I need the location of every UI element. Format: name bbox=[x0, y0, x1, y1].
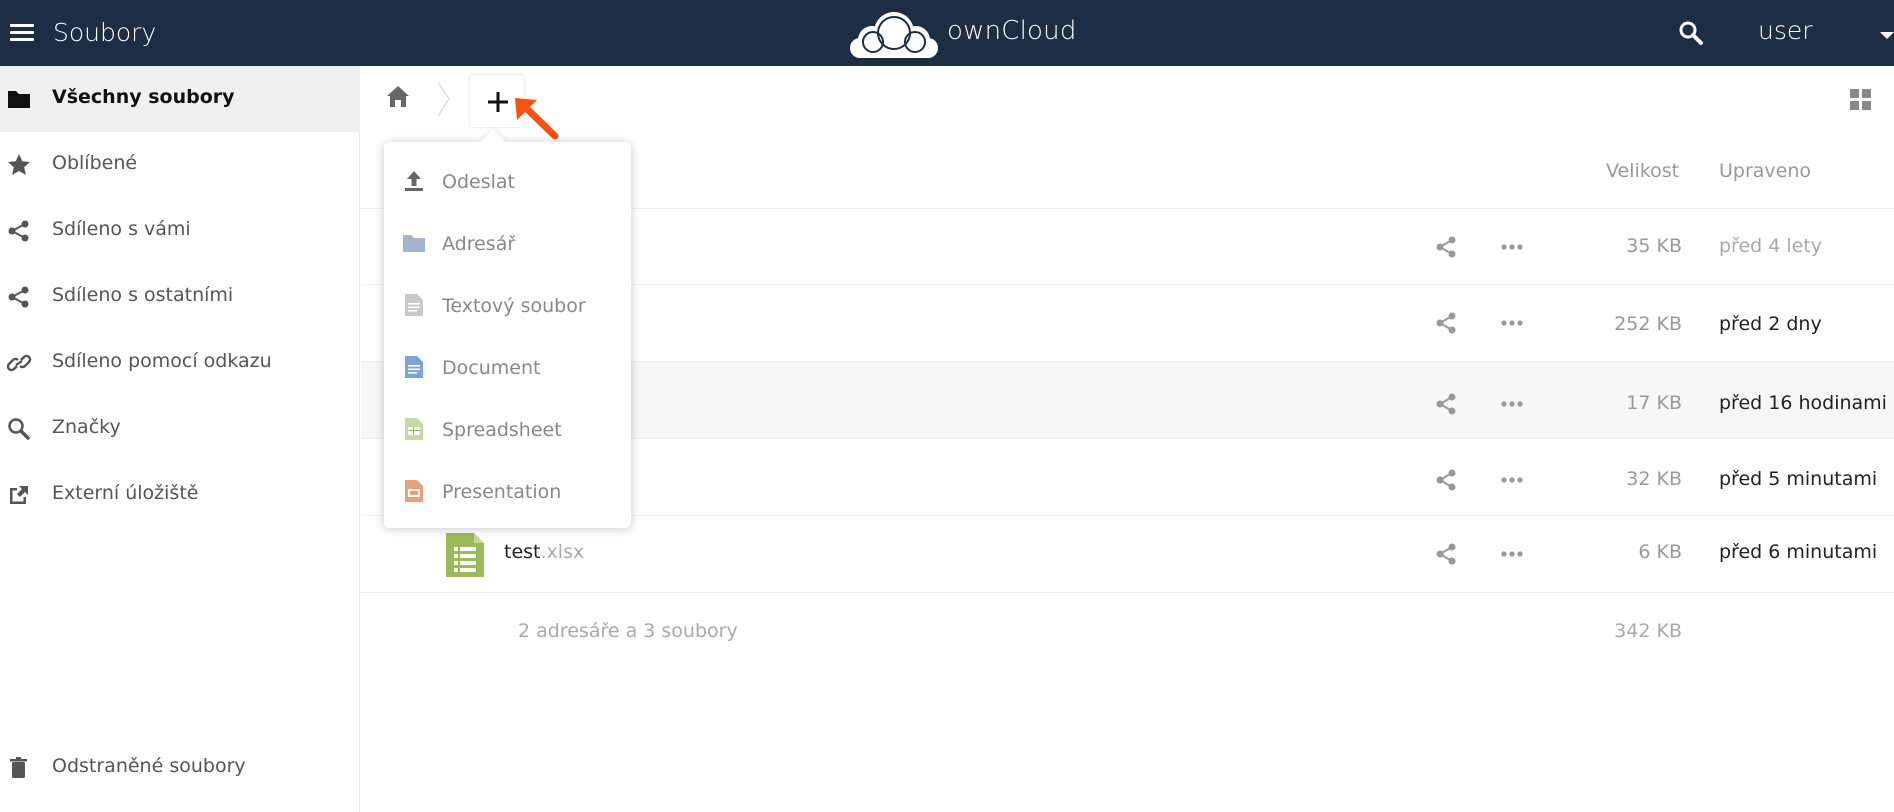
file-modified: před 5 minutami bbox=[1719, 468, 1878, 490]
folder-icon bbox=[403, 235, 425, 252]
column-header-size[interactable]: Velikost bbox=[1606, 160, 1679, 182]
file-modified: před 2 dny bbox=[1719, 313, 1822, 335]
share-icon[interactable] bbox=[1433, 467, 1459, 493]
app-title: Soubory bbox=[53, 18, 157, 47]
more-options-icon[interactable] bbox=[1499, 310, 1525, 336]
menu-item-upload[interactable]: Odeslat bbox=[384, 149, 631, 211]
user-menu[interactable]: user bbox=[1758, 16, 1813, 45]
menu-item-document[interactable]: Document bbox=[384, 335, 631, 397]
file-size: 32 KB bbox=[1626, 468, 1682, 490]
sidebar-item-all-files[interactable]: Všechny soubory bbox=[0, 66, 360, 132]
share-icon[interactable] bbox=[1433, 541, 1459, 567]
presentation-icon bbox=[405, 480, 423, 502]
brand-name: ownCloud bbox=[947, 16, 1077, 46]
upload-icon bbox=[405, 171, 423, 191]
sidebar-item-shared-with-you[interactable]: Sdíleno s vámi bbox=[0, 198, 360, 264]
share-icon[interactable] bbox=[1433, 234, 1459, 260]
file-extension: .xlsx bbox=[540, 541, 585, 563]
summary-size: 342 KB bbox=[1614, 620, 1682, 642]
sidebar-item-label: Všechny soubory bbox=[52, 86, 235, 108]
sidebar-item-deleted-files[interactable]: Odstraněné soubory bbox=[0, 735, 360, 801]
menu-item-label: Textový soubor bbox=[442, 295, 586, 317]
spreadsheet-file-icon bbox=[446, 533, 484, 577]
summary-row: 2 adresáře a 3 soubory 342 KB bbox=[361, 592, 1894, 652]
menu-item-folder[interactable]: Adresář bbox=[384, 211, 631, 273]
new-menu-popover: Odeslat Adresář Textový soubor Document … bbox=[384, 129, 631, 528]
file-size: 6 KB bbox=[1638, 541, 1682, 563]
annotation-arrow-icon bbox=[515, 98, 559, 140]
more-options-icon[interactable] bbox=[1499, 467, 1525, 493]
file-size: 35 KB bbox=[1626, 235, 1682, 257]
menu-item-text-file[interactable]: Textový soubor bbox=[384, 273, 631, 335]
sidebar-item-label: Sdíleno pomocí odkazu bbox=[52, 350, 272, 372]
document-icon bbox=[405, 356, 423, 378]
more-options-icon[interactable] bbox=[1499, 391, 1525, 417]
sidebar-item-label: Sdíleno s vámi bbox=[52, 218, 191, 240]
menu-icon[interactable] bbox=[10, 22, 34, 44]
external-icon bbox=[10, 486, 28, 504]
sidebar-item-label: Externí úložiště bbox=[52, 482, 199, 504]
more-options-icon[interactable] bbox=[1499, 234, 1525, 260]
file-name[interactable]: test.xlsx bbox=[504, 541, 584, 563]
menu-item-label: Odeslat bbox=[442, 171, 515, 193]
spreadsheet-icon bbox=[405, 418, 423, 440]
trash-icon bbox=[10, 757, 27, 778]
home-icon[interactable] bbox=[385, 84, 411, 110]
sidebar-item-shared-with-others[interactable]: Sdíleno s ostatními bbox=[0, 264, 360, 330]
folder-icon bbox=[8, 91, 30, 108]
star-icon bbox=[8, 154, 30, 175]
owncloud-logo-icon bbox=[850, 12, 938, 58]
menu-item-presentation[interactable]: Presentation bbox=[384, 459, 631, 521]
sidebar-item-favorites[interactable]: Oblíbené bbox=[0, 132, 360, 198]
sidebar-item-label: Oblíbené bbox=[52, 152, 138, 174]
sidebar-item-external-storage[interactable]: Externí úložiště bbox=[0, 462, 360, 528]
file-modified: před 4 lety bbox=[1719, 235, 1823, 257]
sidebar: Všechny soubory Oblíbené Sdíleno s vámi … bbox=[0, 66, 360, 812]
menu-item-label: Presentation bbox=[442, 481, 562, 503]
share-icon[interactable] bbox=[1433, 391, 1459, 417]
file-modified: před 6 minutami bbox=[1719, 541, 1878, 563]
column-header-modified[interactable]: Upraveno bbox=[1719, 160, 1811, 182]
share-icon bbox=[8, 286, 29, 308]
grid-view-icon[interactable] bbox=[1849, 88, 1873, 112]
sidebar-item-label: Odstraněné soubory bbox=[52, 755, 246, 777]
menu-item-label: Adresář bbox=[442, 233, 516, 255]
menu-item-label: Spreadsheet bbox=[442, 419, 562, 441]
link-icon bbox=[6, 354, 32, 372]
sidebar-item-label: Značky bbox=[52, 416, 121, 438]
plus-icon bbox=[488, 92, 508, 112]
sidebar-item-tags[interactable]: Značky bbox=[0, 396, 360, 462]
sidebar-item-label: Sdíleno s ostatními bbox=[52, 284, 234, 306]
summary-text: 2 adresáře a 3 soubory bbox=[518, 620, 738, 642]
file-modified: před 16 hodinami bbox=[1719, 392, 1887, 414]
text-file-icon bbox=[405, 294, 423, 316]
file-size: 252 KB bbox=[1614, 313, 1682, 335]
file-size: 17 KB bbox=[1626, 392, 1682, 414]
top-header: Soubory ownCloud user bbox=[0, 0, 1894, 66]
caret-down-icon[interactable] bbox=[1880, 32, 1894, 39]
menu-item-label: Document bbox=[442, 357, 541, 379]
share-icon[interactable] bbox=[1433, 310, 1459, 336]
more-options-icon[interactable] bbox=[1499, 541, 1525, 567]
share-icon bbox=[8, 220, 29, 242]
breadcrumb-separator-icon bbox=[437, 81, 450, 117]
search-icon bbox=[8, 418, 30, 440]
sidebar-item-shared-by-link[interactable]: Sdíleno pomocí odkazu bbox=[0, 330, 360, 396]
menu-item-spreadsheet[interactable]: Spreadsheet bbox=[384, 397, 631, 459]
search-icon[interactable] bbox=[1678, 20, 1704, 46]
